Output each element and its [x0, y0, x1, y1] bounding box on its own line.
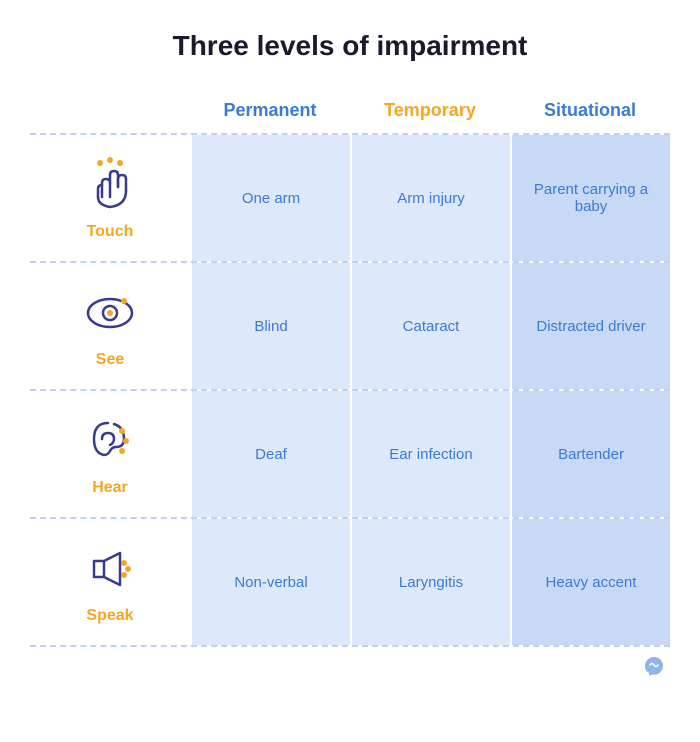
hear-permanent: Deaf	[190, 391, 350, 517]
table-row-see: See Blind Cataract Distracted driver	[30, 261, 670, 389]
hear-situational: Bartender	[510, 391, 670, 517]
see-label: See	[96, 351, 124, 369]
table-row-hear: Hear Deaf Ear infection Bartender	[30, 389, 670, 517]
see-permanent: Blind	[190, 263, 350, 389]
speak-situational: Heavy accent	[510, 519, 670, 645]
touch-situational: Parent carrying a baby	[510, 135, 670, 261]
see-situational: Distracted driver	[510, 263, 670, 389]
hear-temporary: Ear infection	[350, 391, 510, 517]
icon-cell-see: See	[30, 263, 190, 389]
logo-area	[30, 655, 670, 679]
speak-label: Speak	[86, 607, 133, 625]
hear-icon	[80, 411, 140, 471]
hear-label: Hear	[92, 479, 128, 497]
speak-permanent: Non-verbal	[190, 519, 350, 645]
header-ability	[30, 92, 190, 133]
page-title: Three levels of impairment	[173, 30, 528, 62]
speak-icon	[80, 539, 140, 599]
touch-label: Touch	[87, 223, 134, 241]
touch-temporary: Arm injury	[350, 135, 510, 261]
header-situational: Situational	[510, 92, 670, 133]
icon-cell-hear: Hear	[30, 391, 190, 517]
table-header: Permanent Temporary Situational	[30, 92, 670, 133]
speak-temporary: Laryngitis	[350, 519, 510, 645]
see-temporary: Cataract	[350, 263, 510, 389]
header-permanent: Permanent	[190, 92, 350, 133]
header-temporary: Temporary	[350, 92, 510, 133]
touch-icon	[80, 155, 140, 215]
icon-cell-speak: Speak	[30, 519, 190, 645]
touch-permanent: One arm	[190, 135, 350, 261]
icon-cell-touch: Touch	[30, 135, 190, 261]
see-icon	[80, 283, 140, 343]
table-row-speak: Speak Non-verbal Laryngitis Heavy accent	[30, 517, 670, 647]
table-row-touch: Touch One arm Arm injury Parent carrying…	[30, 133, 670, 261]
watermark-logo	[642, 655, 666, 679]
impairment-table: Permanent Temporary Situational	[30, 92, 670, 647]
